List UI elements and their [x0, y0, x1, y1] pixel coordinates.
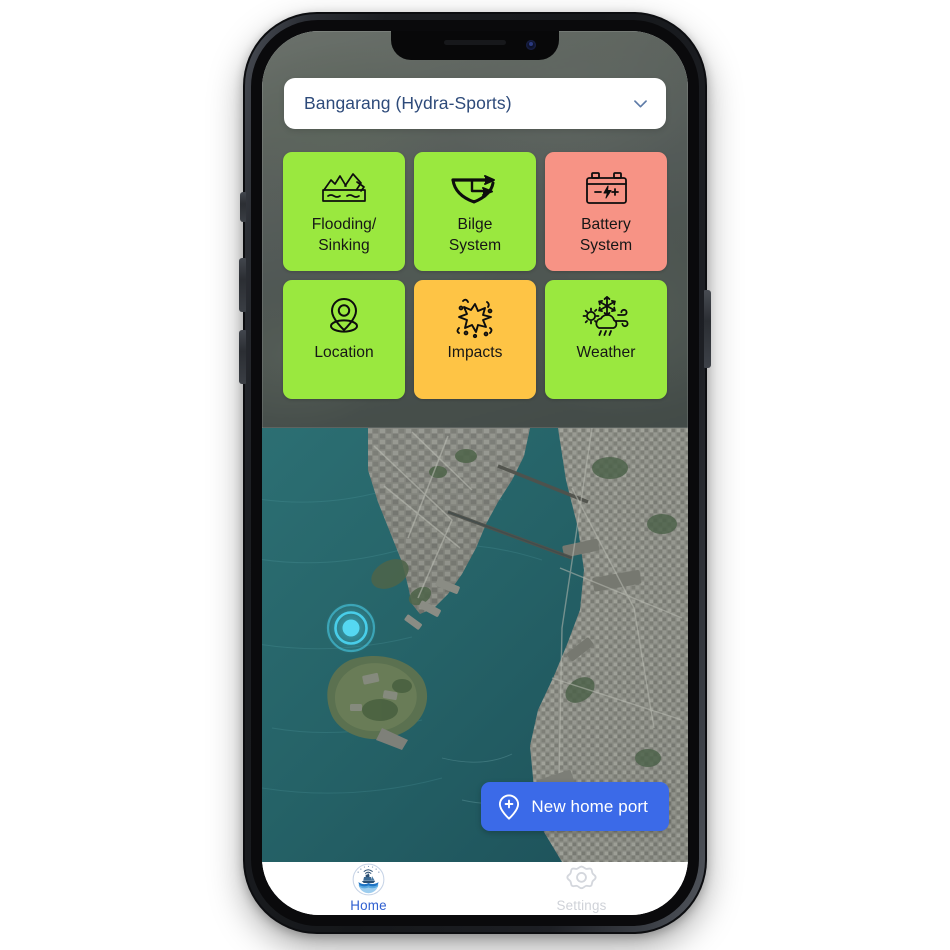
status-tile-grid: Flooding/ Sinking Bilge System Battery S… [283, 152, 667, 399]
gear-icon [566, 862, 597, 896]
new-home-port-label: New home port [531, 796, 648, 816]
tab-home-label: Home [350, 898, 387, 913]
tile-label: Location [314, 344, 374, 361]
tile-flooding-sinking[interactable]: Flooding/ Sinking [283, 152, 405, 271]
tile-impacts[interactable]: Impacts [414, 280, 536, 399]
vessel-dropdown-value: Bangarang (Hydra-Sports) [304, 93, 512, 113]
map-pin-plus-icon [498, 793, 520, 820]
earpiece-speaker [444, 40, 506, 45]
volume-down-button[interactable] [239, 330, 246, 384]
tab-settings-label: Settings [556, 898, 607, 913]
vessel-dropdown[interactable]: Bangarang (Hydra-Sports) [284, 78, 666, 129]
bilge-pump-icon [449, 166, 501, 211]
current-location-marker[interactable] [323, 600, 379, 656]
notch [391, 31, 559, 60]
map-pin-icon [323, 294, 365, 339]
tile-label: Bilge System [448, 216, 502, 254]
sinking-boat-icon [319, 166, 369, 211]
chevron-down-icon [631, 94, 650, 113]
tile-label: Impacts [447, 344, 503, 361]
mute-switch[interactable] [240, 192, 246, 222]
weather-mixed-icon [581, 294, 631, 339]
tile-battery-system[interactable]: Battery System [545, 152, 667, 271]
tile-weather[interactable]: Weather [545, 280, 667, 399]
tile-label: Flooding/ Sinking [311, 216, 377, 254]
tile-label: Weather [576, 344, 636, 361]
volume-up-button[interactable] [239, 258, 246, 312]
impact-burst-icon [452, 294, 498, 339]
battery-icon [584, 166, 629, 211]
screenshot-canvas: Bangarang (Hydra-Sports) Flooding/ Sinki… [0, 0, 950, 950]
satellite-map[interactable]: New home port [262, 428, 688, 862]
tile-bilge-system[interactable]: Bilge System [414, 152, 536, 271]
boat-signal-logo-icon [352, 862, 385, 896]
tile-label: Battery System [579, 216, 633, 254]
power-button[interactable] [704, 290, 711, 368]
new-home-port-button[interactable]: New home port [481, 782, 669, 831]
home-indicator [409, 904, 541, 908]
phone-screen: Bangarang (Hydra-Sports) Flooding/ Sinki… [262, 31, 688, 915]
tile-location[interactable]: Location [283, 280, 405, 399]
front-camera [526, 40, 536, 50]
